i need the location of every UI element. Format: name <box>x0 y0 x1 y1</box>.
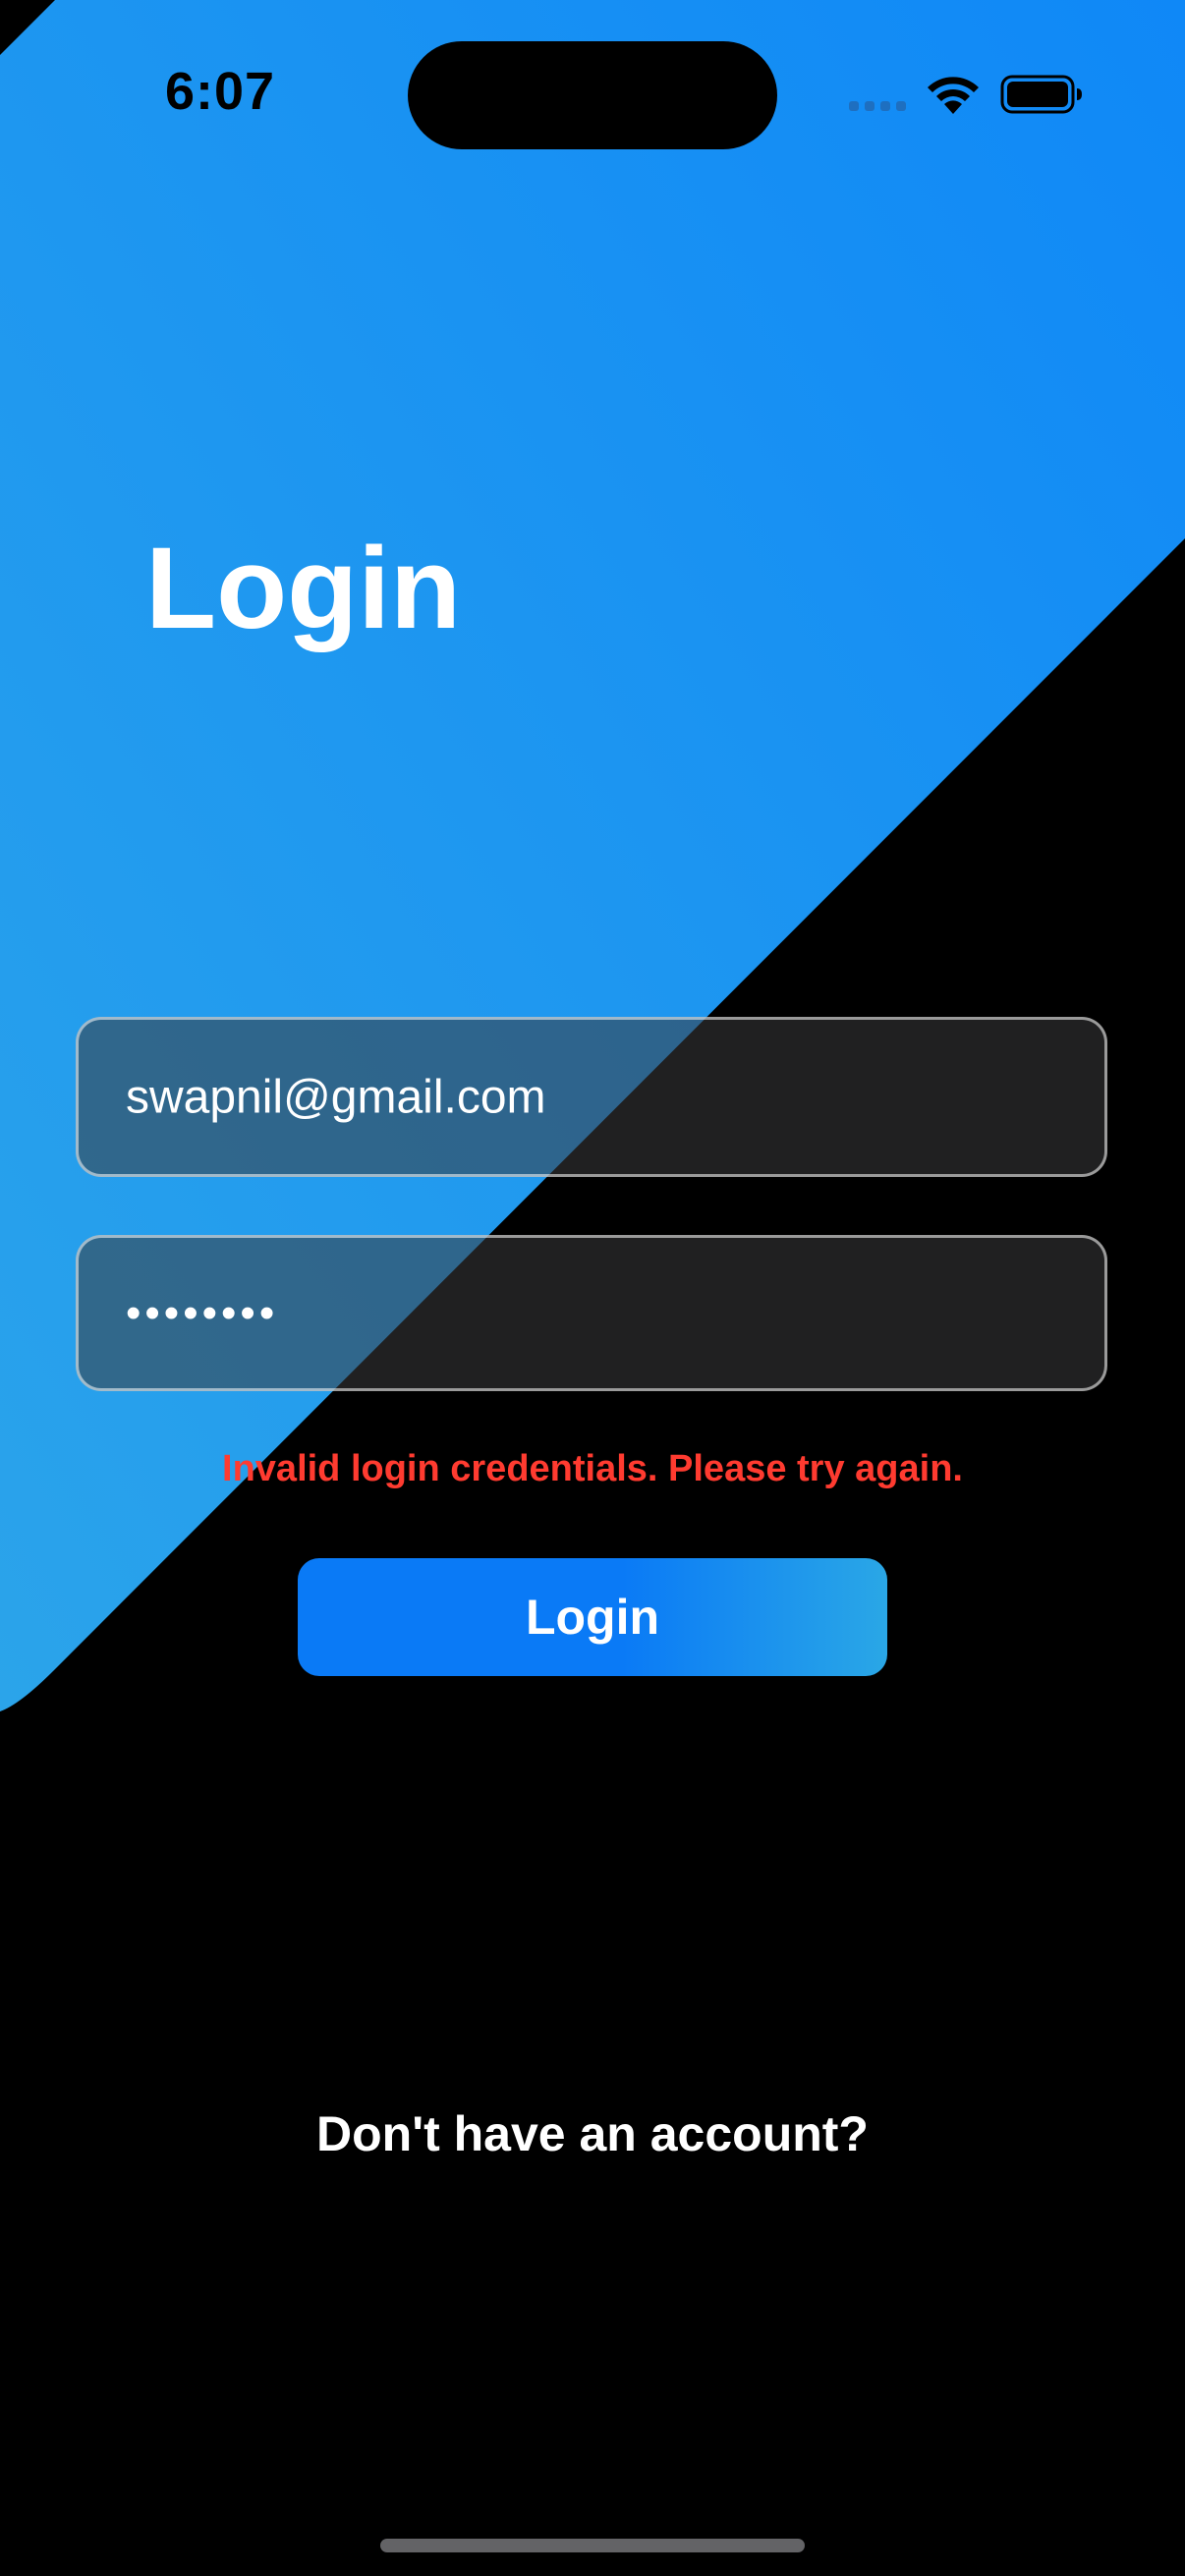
password-field-value: •••••••• <box>126 1288 279 1337</box>
page-title: Login <box>145 524 462 653</box>
error-message: Invalid login credentials. Please try ag… <box>222 1448 963 1489</box>
wifi-icon <box>928 77 979 114</box>
login-button[interactable]: Login <box>298 1558 887 1676</box>
email-field[interactable]: swapnil@gmail.com <box>76 1017 1107 1177</box>
signal-icon <box>849 101 906 111</box>
battery-icon <box>1000 75 1082 114</box>
status-time: 6:07 <box>165 62 276 121</box>
dynamic-island <box>408 41 777 149</box>
signup-link[interactable]: Don't have an account? <box>0 2105 1185 2162</box>
password-field[interactable]: •••••••• <box>76 1235 1107 1391</box>
status-bar: 6:07 <box>0 0 1185 187</box>
home-indicator[interactable] <box>380 2539 805 2552</box>
email-field-value: swapnil@gmail.com <box>126 1071 546 1123</box>
